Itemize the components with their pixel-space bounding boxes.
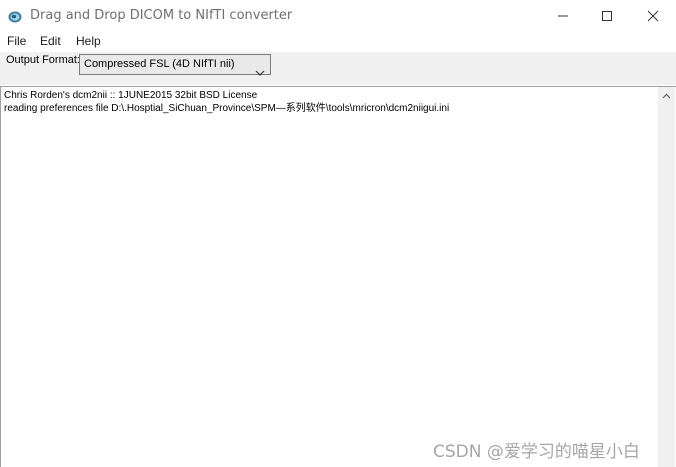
watermark-text: CSDN @爱学习的喵星小白 xyxy=(433,442,640,462)
minimize-button[interactable] xyxy=(540,0,586,32)
maximize-button[interactable] xyxy=(584,0,630,32)
close-button[interactable] xyxy=(630,0,676,32)
log-lines: Chris Rorden's dcm2nii :: 1JUNE2015 32bi… xyxy=(4,89,449,115)
chevron-up-icon xyxy=(662,93,671,98)
log-line-preferences: reading preferences file D:\.Hosptial_Si… xyxy=(4,103,450,114)
menu-bar: File Edit Help xyxy=(0,32,676,52)
toolbar: Output Format: Compressed FSL (4D NIfTI … xyxy=(0,52,676,85)
log-output-area[interactable]: Chris Rorden's dcm2nii :: 1JUNE2015 32bi… xyxy=(0,86,676,467)
output-format-label: Output Format: xyxy=(6,54,80,66)
chevron-down-icon xyxy=(255,61,265,80)
window-title: Drag and Drop DICOM to NIfTI converter xyxy=(30,8,293,23)
title-bar[interactable]: Drag and Drop DICOM to NIfTI converter xyxy=(0,0,676,32)
minimize-icon xyxy=(558,15,568,17)
menu-file[interactable]: File xyxy=(7,34,26,48)
vertical-scrollbar[interactable] xyxy=(658,87,675,467)
log-line-version: Chris Rorden's dcm2nii :: 1JUNE2015 32bi… xyxy=(4,90,258,101)
output-format-value: Compressed FSL (4D NIfTI nii) xyxy=(84,58,235,70)
menu-help[interactable]: Help xyxy=(76,34,101,48)
output-format-select[interactable]: Compressed FSL (4D NIfTI nii) xyxy=(79,54,271,76)
maximize-icon xyxy=(602,11,612,21)
scroll-up-button[interactable] xyxy=(658,87,675,104)
menu-edit[interactable]: Edit xyxy=(40,34,61,48)
close-icon xyxy=(647,10,659,22)
brain-icon xyxy=(8,9,22,23)
